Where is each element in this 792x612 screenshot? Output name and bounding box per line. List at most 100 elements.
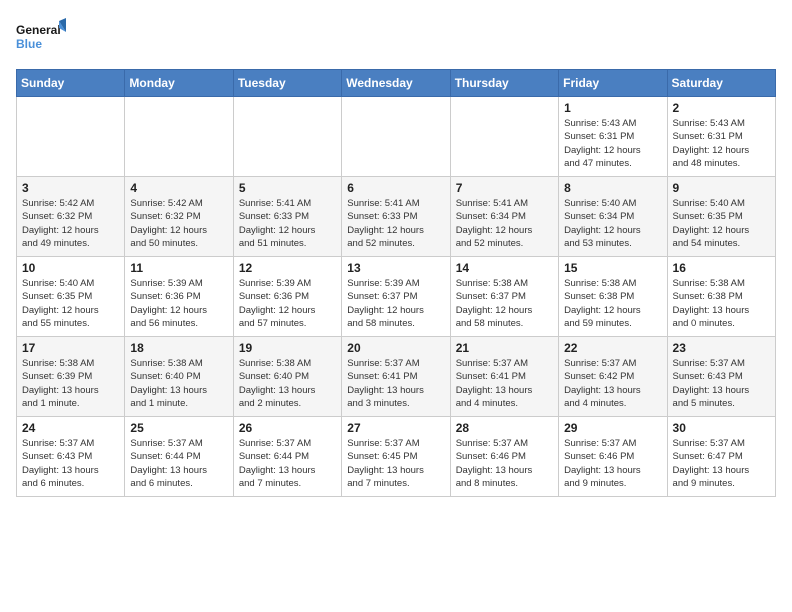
day-cell-16: 16 Sunrise: 5:38 AM Sunset: 6:38 PM Dayli…: [667, 257, 775, 337]
day-number: 24: [22, 421, 119, 435]
day-info: Sunrise: 5:39 AM Sunset: 6:36 PM Dayligh…: [130, 277, 227, 330]
week-row-3: 10 Sunrise: 5:40 AM Sunset: 6:35 PM Dayli…: [17, 257, 776, 337]
day-cell-17: 17Sunrise: 5:38 AM Sunset: 6:39 PM Dayli…: [17, 337, 125, 417]
day-number: 17: [22, 341, 119, 355]
day-info: Sunrise: 5:37 AM Sunset: 6:46 PM Dayligh…: [564, 437, 661, 490]
day-number: 2: [673, 101, 770, 115]
day-cell-14: 14 Sunrise: 5:38 AM Sunset: 6:37 PM Dayli…: [450, 257, 558, 337]
weekday-header-saturday: Saturday: [667, 70, 775, 97]
day-cell-11: 11 Sunrise: 5:39 AM Sunset: 6:36 PM Dayli…: [125, 257, 233, 337]
day-number: 18: [130, 341, 227, 355]
day-info: Sunrise: 5:38 AM Sunset: 6:37 PM Dayligh…: [456, 277, 553, 330]
day-number: 7: [456, 181, 553, 195]
day-info: Sunrise: 5:38 AM Sunset: 6:40 PM Dayligh…: [239, 357, 336, 410]
day-number: 14: [456, 261, 553, 275]
day-info: Sunrise: 5:42 AM Sunset: 6:32 PM Dayligh…: [22, 197, 119, 250]
day-info: Sunrise: 5:40 AM Sunset: 6:35 PM Dayligh…: [22, 277, 119, 330]
page-header: General Blue: [16, 16, 776, 61]
day-number: 21: [456, 341, 553, 355]
day-number: 29: [564, 421, 661, 435]
day-info: Sunrise: 5:37 AM Sunset: 6:41 PM Dayligh…: [456, 357, 553, 410]
day-info: Sunrise: 5:40 AM Sunset: 6:34 PM Dayligh…: [564, 197, 661, 250]
day-number: 10: [22, 261, 119, 275]
day-info: Sunrise: 5:37 AM Sunset: 6:44 PM Dayligh…: [239, 437, 336, 490]
day-cell-13: 13 Sunrise: 5:39 AM Sunset: 6:37 PM Dayli…: [342, 257, 450, 337]
day-info: Sunrise: 5:42 AM Sunset: 6:32 PM Dayligh…: [130, 197, 227, 250]
day-cell-28: 28 Sunrise: 5:37 AM Sunset: 6:46 PM Dayli…: [450, 417, 558, 497]
week-row-1: 1 Sunrise: 5:43 AM Sunset: 6:31 PM Daylig…: [17, 97, 776, 177]
day-cell-7: 7 Sunrise: 5:41 AM Sunset: 6:34 PM Daylig…: [450, 177, 558, 257]
day-cell-25: 25 Sunrise: 5:37 AM Sunset: 6:44 PM Dayli…: [125, 417, 233, 497]
day-number: 27: [347, 421, 444, 435]
day-number: 30: [673, 421, 770, 435]
day-number: 5: [239, 181, 336, 195]
day-info: Sunrise: 5:37 AM Sunset: 6:46 PM Dayligh…: [456, 437, 553, 490]
day-info: Sunrise: 5:40 AM Sunset: 6:35 PM Dayligh…: [673, 197, 770, 250]
weekday-header-sunday: Sunday: [17, 70, 125, 97]
empty-cell: [233, 97, 341, 177]
day-cell-29: 29 Sunrise: 5:37 AM Sunset: 6:46 PM Dayli…: [559, 417, 667, 497]
calendar-table: SundayMondayTuesdayWednesdayThursdayFrid…: [16, 69, 776, 497]
day-cell-2: 2 Sunrise: 5:43 AM Sunset: 6:31 PM Daylig…: [667, 97, 775, 177]
day-cell-20: 20 Sunrise: 5:37 AM Sunset: 6:41 PM Dayli…: [342, 337, 450, 417]
svg-text:General: General: [16, 23, 61, 37]
day-cell-1: 1 Sunrise: 5:43 AM Sunset: 6:31 PM Daylig…: [559, 97, 667, 177]
day-cell-10: 10 Sunrise: 5:40 AM Sunset: 6:35 PM Dayli…: [17, 257, 125, 337]
day-cell-4: 4 Sunrise: 5:42 AM Sunset: 6:32 PM Daylig…: [125, 177, 233, 257]
day-info: Sunrise: 5:43 AM Sunset: 6:31 PM Dayligh…: [564, 117, 661, 170]
day-number: 23: [673, 341, 770, 355]
day-number: 4: [130, 181, 227, 195]
day-cell-21: 21 Sunrise: 5:37 AM Sunset: 6:41 PM Dayli…: [450, 337, 558, 417]
day-cell-12: 12 Sunrise: 5:39 AM Sunset: 6:36 PM Dayli…: [233, 257, 341, 337]
day-number: 13: [347, 261, 444, 275]
empty-cell: [342, 97, 450, 177]
day-number: 12: [239, 261, 336, 275]
empty-cell: [17, 97, 125, 177]
day-number: 26: [239, 421, 336, 435]
empty-cell: [450, 97, 558, 177]
day-info: Sunrise: 5:37 AM Sunset: 6:41 PM Dayligh…: [347, 357, 444, 410]
day-info: Sunrise: 5:38 AM Sunset: 6:38 PM Dayligh…: [673, 277, 770, 330]
day-info: Sunrise: 5:37 AM Sunset: 6:43 PM Dayligh…: [22, 437, 119, 490]
weekday-header-wednesday: Wednesday: [342, 70, 450, 97]
day-number: 20: [347, 341, 444, 355]
weekday-header-friday: Friday: [559, 70, 667, 97]
logo: General Blue: [16, 16, 66, 61]
day-cell-3: 3Sunrise: 5:42 AM Sunset: 6:32 PM Daylig…: [17, 177, 125, 257]
day-info: Sunrise: 5:41 AM Sunset: 6:34 PM Dayligh…: [456, 197, 553, 250]
day-cell-26: 26 Sunrise: 5:37 AM Sunset: 6:44 PM Dayli…: [233, 417, 341, 497]
day-info: Sunrise: 5:39 AM Sunset: 6:37 PM Dayligh…: [347, 277, 444, 330]
day-number: 11: [130, 261, 227, 275]
day-number: 25: [130, 421, 227, 435]
day-number: 16: [673, 261, 770, 275]
day-number: 28: [456, 421, 553, 435]
day-cell-6: 6Sunrise: 5:41 AM Sunset: 6:33 PM Daylig…: [342, 177, 450, 257]
day-number: 9: [673, 181, 770, 195]
logo-svg: General Blue: [16, 16, 66, 61]
day-cell-15: 15 Sunrise: 5:38 AM Sunset: 6:38 PM Dayli…: [559, 257, 667, 337]
day-number: 22: [564, 341, 661, 355]
day-cell-24: 24 Sunrise: 5:37 AM Sunset: 6:43 PM Dayli…: [17, 417, 125, 497]
day-cell-30: 30Sunrise: 5:37 AM Sunset: 6:47 PM Dayli…: [667, 417, 775, 497]
svg-text:Blue: Blue: [16, 37, 42, 51]
day-info: Sunrise: 5:39 AM Sunset: 6:36 PM Dayligh…: [239, 277, 336, 330]
day-info: Sunrise: 5:38 AM Sunset: 6:38 PM Dayligh…: [564, 277, 661, 330]
day-cell-8: 8 Sunrise: 5:40 AM Sunset: 6:34 PM Daylig…: [559, 177, 667, 257]
day-number: 1: [564, 101, 661, 115]
day-info: Sunrise: 5:37 AM Sunset: 6:45 PM Dayligh…: [347, 437, 444, 490]
weekday-header-monday: Monday: [125, 70, 233, 97]
day-info: Sunrise: 5:37 AM Sunset: 6:43 PM Dayligh…: [673, 357, 770, 410]
empty-cell: [125, 97, 233, 177]
day-cell-5: 5 Sunrise: 5:41 AM Sunset: 6:33 PM Daylig…: [233, 177, 341, 257]
week-row-4: 17Sunrise: 5:38 AM Sunset: 6:39 PM Dayli…: [17, 337, 776, 417]
day-info: Sunrise: 5:37 AM Sunset: 6:44 PM Dayligh…: [130, 437, 227, 490]
day-number: 15: [564, 261, 661, 275]
day-cell-9: 9 Sunrise: 5:40 AM Sunset: 6:35 PM Daylig…: [667, 177, 775, 257]
day-info: Sunrise: 5:43 AM Sunset: 6:31 PM Dayligh…: [673, 117, 770, 170]
day-info: Sunrise: 5:37 AM Sunset: 6:42 PM Dayligh…: [564, 357, 661, 410]
weekday-header-row: SundayMondayTuesdayWednesdayThursdayFrid…: [17, 70, 776, 97]
week-row-5: 24 Sunrise: 5:37 AM Sunset: 6:43 PM Dayli…: [17, 417, 776, 497]
day-info: Sunrise: 5:41 AM Sunset: 6:33 PM Dayligh…: [239, 197, 336, 250]
day-number: 8: [564, 181, 661, 195]
day-number: 19: [239, 341, 336, 355]
